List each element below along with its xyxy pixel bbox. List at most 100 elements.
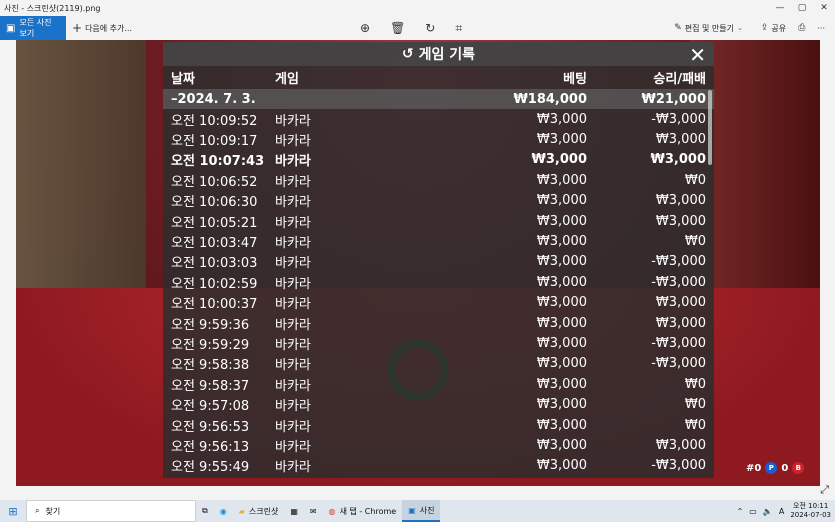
maximize-button[interactable]: ▢ <box>791 0 813 16</box>
crop-icon[interactable]: ⌗ <box>455 21 462 36</box>
date-group-result: ₩21,000 <box>641 91 706 107</box>
history-row[interactable]: 오전 9:57:08 바카라 ₩3,000 ₩0 <box>163 394 714 414</box>
share-button[interactable]: ⇪ 공유 <box>755 23 792 34</box>
row-game: 바카라 <box>275 154 311 170</box>
row-game: 바카라 <box>275 317 311 333</box>
window-title: 사진 - 스크린샷(2119).png <box>4 3 101 13</box>
row-bet: ₩3,000 <box>536 397 587 413</box>
delete-icon[interactable]: 🗑 <box>390 21 405 35</box>
history-row[interactable]: 오전 9:59:36 바카라 ₩3,000 ₩3,000 <box>163 313 714 333</box>
history-row[interactable]: 오전 10:03:03 바카라 ₩3,000 -₩3,000 <box>163 252 714 272</box>
history-row[interactable]: 오전 9:58:37 바카라 ₩3,000 ₩0 <box>163 374 714 394</box>
row-result: ₩0 <box>684 172 706 188</box>
history-row[interactable]: 오전 9:55:49 바카라 ₩3,000 -₩3,000 <box>163 456 714 476</box>
date-group-row[interactable]: –2024. 7. 3. ₩184,000 ₩21,000 <box>163 89 714 109</box>
folder-icon: ▰ <box>238 506 245 516</box>
edit-create-label: 편집 및 만들기 <box>684 23 734 33</box>
history-row[interactable]: 오전 10:05:21 바카라 ₩3,000 ₩3,000 <box>163 211 714 231</box>
row-result: -₩3,000 <box>651 335 706 351</box>
history-row[interactable]: 오전 10:00:37 바카라 ₩3,000 ₩3,000 <box>163 293 714 313</box>
row-bet: ₩3,000 <box>536 234 587 250</box>
store-button[interactable]: ▦ <box>284 500 304 522</box>
tray-clock[interactable]: 오전 10:11 2024-07-03 <box>790 502 831 520</box>
background-left <box>16 40 146 300</box>
round-counters: #0 P 0 B <box>746 462 805 474</box>
taskbar-search[interactable]: ⌕ 찾기 <box>26 500 196 522</box>
date-group-label: –2024. 7. 3. <box>171 91 256 107</box>
more-button[interactable]: ··· <box>811 24 831 33</box>
row-result: ₩3,000 <box>655 132 706 148</box>
history-row[interactable]: 오전 10:03:47 바카라 ₩3,000 ₩0 <box>163 231 714 251</box>
row-game: 바카라 <box>275 236 311 252</box>
taskbar-search-label: 찾기 <box>45 506 61 516</box>
task-view-button[interactable]: ⧉ <box>196 500 214 522</box>
minimize-button[interactable]: — <box>769 0 791 16</box>
share-label: 공유 <box>771 23 787 33</box>
zoom-in-icon[interactable]: ⊕ <box>360 21 370 35</box>
history-row[interactable]: 오전 9:58:38 바카라 ₩3,000 -₩3,000 <box>163 354 714 374</box>
chevron-up-icon[interactable]: ⌃ <box>737 507 744 516</box>
history-row[interactable]: 오전 10:02:59 바카라 ₩3,000 -₩3,000 <box>163 272 714 292</box>
network-icon[interactable]: ▭ <box>749 507 757 516</box>
print-icon[interactable]: ⎙ <box>798 23 805 33</box>
history-row[interactable]: 오전 9:56:53 바카라 ₩3,000 ₩0 <box>163 415 714 435</box>
history-row[interactable]: 오전 10:06:52 바카라 ₩3,000 ₩0 <box>163 170 714 190</box>
row-time: 오전 9:57:08 <box>171 399 250 415</box>
mail-button[interactable]: ✉ <box>304 500 323 522</box>
row-time: 오전 10:09:52 <box>171 113 258 129</box>
col-date: 날짜 <box>171 72 195 87</box>
row-result: ₩0 <box>684 397 706 413</box>
row-game: 바카라 <box>275 256 311 272</box>
history-header: ↺ 게임 기록 ✕ <box>163 42 714 67</box>
row-result: ₩3,000 <box>655 315 706 331</box>
row-game: 바카라 <box>275 174 311 190</box>
row-result: -₩3,000 <box>651 458 706 474</box>
row-result: ₩3,000 <box>650 152 706 168</box>
row-bet: ₩3,000 <box>536 111 587 127</box>
row-bet: ₩3,000 <box>536 193 587 209</box>
history-row[interactable]: 오전 9:59:29 바카라 ₩3,000 -₩3,000 <box>163 333 714 353</box>
row-game: 바카라 <box>275 113 311 129</box>
history-scrollbar[interactable] <box>708 90 712 165</box>
banker-badge: B <box>792 462 805 474</box>
row-game: 바카라 <box>275 460 311 476</box>
edit-create-button[interactable]: ✎ 편집 및 만들기 ⌄ <box>668 23 749 34</box>
add-to-button[interactable]: + 다음에 추가... <box>66 21 138 35</box>
rotate-icon[interactable]: ↻ <box>425 21 435 35</box>
row-game: 바카라 <box>275 297 311 313</box>
task-view-icon: ⧉ <box>202 506 208 515</box>
row-bet: ₩3,000 <box>536 213 587 229</box>
row-result: -₩3,000 <box>651 111 706 127</box>
edge-icon: ◉ <box>219 506 227 516</box>
row-bet: ₩3,000 <box>536 437 587 453</box>
expand-icon[interactable]: ⤢ <box>820 483 829 497</box>
row-result: ₩0 <box>684 417 706 433</box>
all-photos-button[interactable]: ▣ 모든 사진 보기 <box>0 16 66 40</box>
chevron-down-icon: ⌄ <box>737 24 743 32</box>
history-title: 게임 기록 <box>418 47 476 63</box>
row-result: ₩0 <box>684 376 706 392</box>
toolbar-right-actions: ✎ 편집 및 만들기 ⌄ ⇪ 공유 ⎙ ··· <box>668 16 831 40</box>
edge-button[interactable]: ◉ <box>214 500 233 522</box>
close-icon[interactable]: ✕ <box>689 43 706 67</box>
taskbar-app-chrome[interactable]: ◍ 새 탭 - Chrome <box>323 500 403 522</box>
history-row[interactable]: 오전 10:06:30 바카라 ₩3,000 ₩3,000 <box>163 191 714 211</box>
start-button[interactable]: ⊞ <box>0 500 26 522</box>
row-result: -₩3,000 <box>651 356 706 372</box>
row-bet: ₩3,000 <box>536 172 587 188</box>
row-time: 오전 10:03:03 <box>171 256 258 272</box>
row-bet: ₩3,000 <box>536 376 587 392</box>
history-row[interactable]: 오전 9:56:13 바카라 ₩3,000 ₩3,000 <box>163 435 714 455</box>
close-window-button[interactable]: ✕ <box>813 0 835 16</box>
history-row[interactable]: 오전 10:09:17 바카라 ₩3,000 ₩3,000 <box>163 129 714 149</box>
row-game: 바카라 <box>275 276 311 292</box>
search-icon: ⌕ <box>35 506 40 515</box>
row-result: -₩3,000 <box>651 254 706 270</box>
toolbar-center-actions: ⊕ 🗑 ↻ ⌗ <box>360 16 462 40</box>
taskbar-app-photos[interactable]: ▣ 사진 <box>402 500 441 522</box>
history-row[interactable]: 오전 10:07:43 바카라 ₩3,000 ₩3,000 <box>163 150 714 170</box>
volume-icon[interactable]: 🔈 <box>763 507 773 516</box>
history-row[interactable]: 오전 10:09:52 바카라 ₩3,000 -₩3,000 <box>163 109 714 129</box>
input-language[interactable]: A <box>779 507 784 516</box>
taskbar-app-screenshots[interactable]: ▰ 스크린샷 <box>233 500 285 522</box>
